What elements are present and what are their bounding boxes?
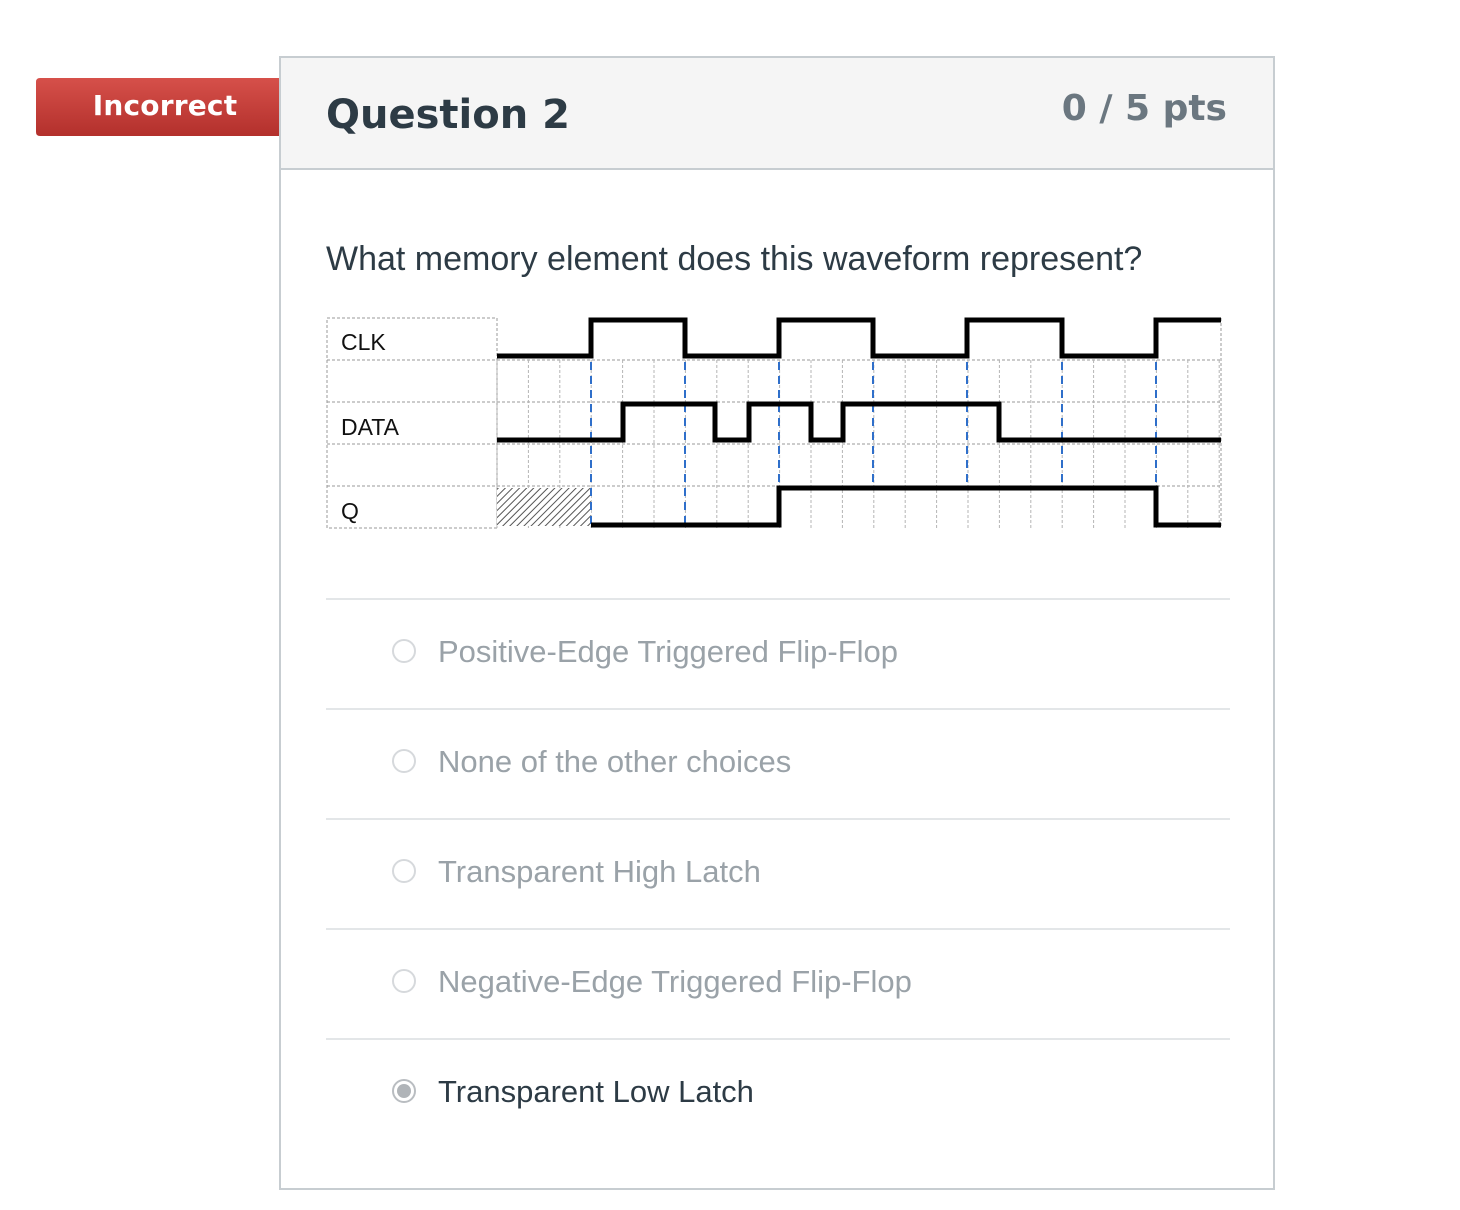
waveform-diagram: CLK DATA Q ‾ ˙ [325,295,1225,565]
question-title: Question 2 [326,92,570,138]
signal-label-data: DATA [341,414,400,440]
answer-label: Transparent High Latch [438,854,761,889]
answer-option-5[interactable]: Transparent Low Latch [326,1038,1230,1148]
radio-button[interactable] [392,969,416,993]
answer-option-3[interactable]: Transparent High Latch [326,818,1230,928]
grid-lines [326,317,1222,529]
question-text: What memory element does this waveform r… [326,240,1143,278]
q-unknown-region [497,488,591,526]
radio-button[interactable] [392,859,416,883]
signal-label-clk: CLK [341,329,386,355]
badge-label: Incorrect [92,89,238,122]
radio-button[interactable] [392,639,416,663]
data-waveform [497,401,1221,443]
answer-label: Negative-Edge Triggered Flip-Flop [438,964,912,999]
answer-option-2[interactable]: None of the other choices [326,708,1230,818]
question-points: 0 / 5 pts [1061,88,1227,129]
answer-option-1[interactable]: Positive-Edge Triggered Flip-Flop [326,598,1230,708]
question-header: Question 2 0 / 5 pts [281,58,1273,170]
answer-label: None of the other choices [438,744,792,779]
question-card: Question 2 0 / 5 pts What memory element… [279,56,1275,1190]
signal-label-q: Q [341,498,359,524]
radio-button[interactable] [392,749,416,773]
timing-diagram: CLK DATA Q ‾ ˙ [326,295,1222,530]
answer-list: Positive-Edge Triggered Flip-Flop None o… [326,598,1230,1148]
clk-waveform [497,317,1221,359]
answer-option-4[interactable]: Negative-Edge Triggered Flip-Flop [326,928,1230,1038]
incorrect-badge: Incorrect [36,78,314,136]
answer-label: Positive-Edge Triggered Flip-Flop [438,634,899,669]
answer-label: Transparent Low Latch [438,1074,754,1109]
radio-button-selected[interactable] [392,1079,416,1103]
cropped-text-fragment: ‾ ˙ [444,300,456,309]
